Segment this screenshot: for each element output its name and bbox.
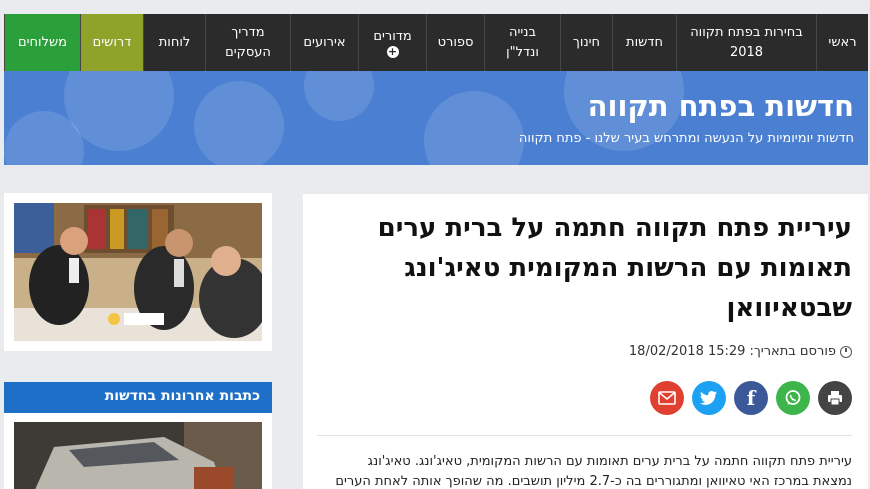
nav-label: מדריך xyxy=(231,25,265,40)
nav-label: לוחות xyxy=(158,34,191,50)
site-banner: חדשות בפתח תקווה חדשות יומיומיות על הנעש… xyxy=(4,71,868,165)
excerpt-line: נמצאת במרכז האי טאיוואן ומתגוררים בה כ-2… xyxy=(335,474,852,489)
latest-articles-title[interactable]: כתבות אחרונות בחדשות xyxy=(4,382,272,413)
nav-item-deliveries[interactable]: משלוחים xyxy=(4,14,80,71)
nav-label: אירועים xyxy=(303,34,346,50)
nav-item-education[interactable]: חינוך xyxy=(560,14,612,71)
article-card: עיריית פתח תקווה חתמה על ברית ערים תאומו… xyxy=(303,194,868,489)
nav-label: ראשי xyxy=(828,34,857,50)
nav-item-sport[interactable]: ספורט xyxy=(426,14,484,71)
print-icon xyxy=(828,391,842,406)
site-tagline: חדשות יומיומיות על הנעשה ומתרחש בעיר שלנ… xyxy=(518,131,854,146)
nav-label: בחירות בפתח תקווה xyxy=(690,25,803,40)
nav-item-home[interactable]: ראשי xyxy=(816,14,868,71)
featured-photo[interactable] xyxy=(14,203,262,341)
nav-label: דרושים xyxy=(92,34,132,50)
latest-articles-widget: כתבות אחרונות בחדשות xyxy=(4,382,272,489)
whatsapp-icon xyxy=(785,390,801,405)
posted-label: פורסם בתאריך: xyxy=(749,344,836,359)
latest-article-photo[interactable] xyxy=(14,422,262,489)
nav-label: ספורט xyxy=(437,34,474,50)
nav-item-jobs[interactable]: דרושים xyxy=(80,14,143,71)
article-headline: עיריית פתח תקווה חתמה על ברית ערים תאומו… xyxy=(377,213,852,323)
nav-label: בנייה xyxy=(508,25,537,40)
site-title[interactable]: חדשות בפתח תקווה xyxy=(588,89,854,123)
share-bar: f xyxy=(650,381,852,415)
nav-label: חינוך xyxy=(572,34,601,50)
email-share-button[interactable] xyxy=(650,381,684,415)
nav-item-boards[interactable]: לוחות xyxy=(143,14,205,71)
article-posted-meta: פורסם בתאריך: 18/02/2018 15:29 xyxy=(629,344,852,359)
nav-label: חדשות xyxy=(626,34,663,50)
facebook-icon: f xyxy=(746,386,756,410)
nav-label-line2: העסקים xyxy=(225,44,271,60)
nav-label-line2: ונדל"ן xyxy=(506,44,539,60)
car-photo-illustration xyxy=(14,422,262,489)
nav-item-real-estate[interactable]: בנייה ונדל"ן xyxy=(484,14,560,71)
nav-item-business-guide[interactable]: מדריך העסקים xyxy=(205,14,290,71)
banner-bubble xyxy=(304,71,374,121)
excerpt-line: עיריית פתח תקווה חתמה על ברית ערים תאומו… xyxy=(367,454,852,469)
banner-bubble xyxy=(194,81,284,165)
main-nav: ראשי בחירות בפתח תקווה 2018 חדשות חינוך … xyxy=(4,14,868,71)
twitter-icon xyxy=(700,391,717,405)
nav-item-news[interactable]: חדשות xyxy=(612,14,676,71)
divider xyxy=(317,435,852,436)
nav-label-line2: 2018 xyxy=(729,44,764,60)
plus-icon: + xyxy=(386,45,399,59)
clock-icon xyxy=(840,345,852,358)
nav-item-sections[interactable]: מדורים + xyxy=(358,14,426,71)
twitter-share-button[interactable] xyxy=(692,381,726,415)
posted-date: 18/02/2018 15:29 xyxy=(628,344,746,359)
print-button[interactable] xyxy=(818,381,852,415)
article-excerpt: עיריית פתח תקווה חתמה על ברית ערים תאומו… xyxy=(322,452,852,489)
facebook-share-button[interactable]: f xyxy=(734,381,768,415)
nav-label: מדורים xyxy=(373,28,412,44)
meeting-photo-illustration xyxy=(14,203,262,341)
nav-item-events[interactable]: אירועים xyxy=(290,14,358,71)
email-icon xyxy=(658,391,676,405)
whatsapp-share-button[interactable] xyxy=(776,381,810,415)
banner-bubble xyxy=(424,91,524,165)
nav-label: משלוחים xyxy=(18,34,67,50)
nav-item-elections[interactable]: בחירות בפתח תקווה 2018 xyxy=(676,14,816,71)
featured-photo-card xyxy=(4,193,272,351)
